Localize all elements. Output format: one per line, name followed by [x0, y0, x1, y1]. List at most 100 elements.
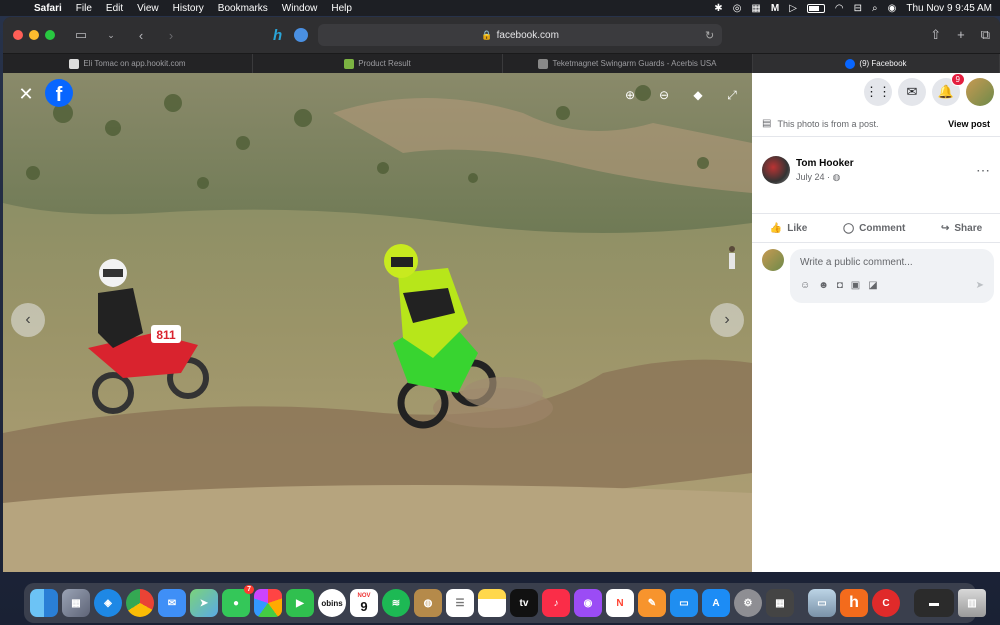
zoom-window-button[interactable]: [45, 30, 55, 40]
close-window-button[interactable]: [13, 30, 23, 40]
contacts-icon[interactable]: ◍: [414, 589, 442, 617]
menu-grid-icon[interactable]: ⋮⋮: [864, 78, 892, 106]
menu-window[interactable]: Window: [282, 3, 318, 14]
bluetooth-icon[interactable]: ✱: [714, 3, 722, 14]
next-photo-button[interactable]: ›: [710, 303, 744, 337]
preview-icon[interactable]: ▭: [808, 589, 836, 617]
creative-app-icon[interactable]: C: [872, 589, 900, 617]
display-icon[interactable]: ▦: [751, 3, 760, 14]
post-date[interactable]: July 24 · ◍: [796, 172, 854, 183]
play-icon[interactable]: ▷: [789, 3, 797, 14]
emoji-icon[interactable]: ☻: [818, 280, 829, 291]
news-icon[interactable]: N: [606, 589, 634, 617]
zoom-out-icon[interactable]: ⊖: [652, 83, 676, 107]
keynote-icon[interactable]: ▭: [670, 589, 698, 617]
reminders-icon[interactable]: ☰: [446, 589, 474, 617]
podcasts-icon[interactable]: ◉: [574, 589, 602, 617]
trash-icon[interactable]: ▥: [958, 589, 986, 617]
send-icon[interactable]: ➤: [976, 280, 984, 291]
comment-input[interactable]: Write a public comment... ☺ ☻ ◘ ▣ ◪ ➤: [790, 249, 994, 303]
minimize-window-button[interactable]: [29, 30, 39, 40]
forward-icon[interactable]: ›: [163, 28, 179, 43]
notes-icon[interactable]: [478, 589, 506, 617]
wifi-icon[interactable]: ◠: [835, 3, 844, 14]
apple-tv-icon[interactable]: tv: [510, 589, 538, 617]
minimized-window-icon[interactable]: ▬: [914, 589, 954, 617]
menu-help[interactable]: Help: [331, 3, 352, 14]
photo-toolbar: ⊕ ⊖ ◆ ⤢: [618, 83, 744, 107]
pages-icon[interactable]: ✎: [638, 589, 666, 617]
reload-icon[interactable]: ↻: [705, 29, 714, 42]
spotify-icon[interactable]: ≋: [382, 589, 410, 617]
sidebar-toggle-icon[interactable]: ▭: [73, 27, 89, 43]
messenger-icon[interactable]: ✉: [898, 78, 926, 106]
notifications-bell-icon[interactable]: 🔔 9: [932, 73, 965, 106]
share-icon[interactable]: ⇧: [930, 27, 941, 43]
photos-icon[interactable]: [254, 589, 282, 617]
obins-icon[interactable]: obins: [318, 589, 346, 617]
maps-icon[interactable]: ➤: [190, 589, 218, 617]
calendar-icon[interactable]: NOV 9: [350, 589, 378, 617]
launchpad-icon[interactable]: ▦: [62, 589, 90, 617]
author-name[interactable]: Tom Hooker: [796, 158, 854, 169]
view-post-link[interactable]: View post: [948, 119, 990, 129]
close-icon[interactable]: ✕: [13, 81, 39, 107]
tab-hookit[interactable]: Eli Tomac on app.hookit.com: [3, 54, 253, 73]
fullscreen-icon[interactable]: ⤢: [720, 83, 744, 107]
creative-cloud-icon[interactable]: ◎: [733, 3, 742, 14]
facetime-icon[interactable]: ▶: [286, 589, 314, 617]
more-options-icon[interactable]: ⋯: [976, 162, 990, 179]
comment-button[interactable]: ◯ Comment: [843, 223, 905, 234]
extension-icon[interactable]: [294, 28, 309, 42]
menu-clock[interactable]: Thu Nov 9 9:45 AM: [906, 3, 992, 14]
tab-acerbis[interactable]: Teketmagnet Swingarm Guards - Acerbis US…: [503, 54, 753, 73]
tag-icon[interactable]: ◆: [686, 83, 710, 107]
messages-icon[interactable]: ● 7: [222, 585, 254, 617]
zoom-in-icon[interactable]: ⊕: [618, 83, 642, 107]
camera-icon[interactable]: ◘: [837, 280, 843, 291]
menu-view[interactable]: View: [137, 3, 159, 14]
tab-facebook[interactable]: (9) Facebook: [753, 54, 1000, 73]
malwarebytes-icon[interactable]: M: [771, 3, 779, 14]
hookit-favicon-icon: [69, 58, 80, 69]
music-icon[interactable]: ♪: [542, 589, 570, 617]
globe-icon: ◍: [832, 171, 841, 182]
menu-bookmarks[interactable]: Bookmarks: [218, 3, 268, 14]
avatar-sticker-icon[interactable]: ☺: [800, 280, 810, 291]
facebook-favicon-icon: [845, 58, 856, 69]
chrome-icon[interactable]: [126, 589, 154, 617]
hookit-extension-icon[interactable]: h: [273, 27, 282, 44]
comment-label: Comment: [859, 222, 906, 234]
tab-product-result[interactable]: Product Result: [253, 54, 503, 73]
control-center-icon[interactable]: ⊟: [854, 3, 862, 14]
hookit-icon[interactable]: h: [840, 589, 868, 617]
author-avatar[interactable]: [762, 156, 790, 184]
app-store-icon[interactable]: A: [702, 589, 730, 617]
lock-icon: 🔒: [481, 29, 493, 40]
battery-icon[interactable]: [806, 3, 825, 13]
sidebar-dropdown-icon[interactable]: ⌄: [103, 30, 119, 41]
like-button[interactable]: 👍 Like: [770, 223, 807, 234]
safari-icon[interactable]: ◈: [94, 589, 122, 617]
search-icon[interactable]: ⌕: [872, 3, 878, 14]
commenter-avatar[interactable]: [762, 249, 784, 271]
gif-icon[interactable]: ▣: [851, 280, 860, 291]
menu-edit[interactable]: Edit: [106, 3, 123, 14]
previous-photo-button[interactable]: ‹: [11, 303, 45, 337]
share-button[interactable]: ↪ Share: [941, 223, 982, 234]
mail-icon[interactable]: ✉: [158, 589, 186, 617]
tab-overview-icon[interactable]: ⧉: [981, 27, 990, 43]
menu-file[interactable]: File: [76, 3, 92, 14]
account-avatar[interactable]: [966, 78, 994, 106]
address-bar[interactable]: 🔒 facebook.com ↻: [318, 24, 723, 46]
back-icon[interactable]: ‹: [133, 28, 149, 43]
calculator-icon[interactable]: ▦: [766, 589, 794, 617]
sticker-icon[interactable]: ◪: [868, 280, 877, 291]
facebook-logo[interactable]: f: [45, 79, 73, 107]
menu-app-name[interactable]: Safari: [34, 3, 62, 14]
new-tab-icon[interactable]: +: [957, 27, 965, 43]
system-preferences-icon[interactable]: ⚙: [734, 589, 762, 617]
siri-icon[interactable]: ◉: [888, 3, 897, 14]
finder-icon[interactable]: [30, 589, 58, 617]
menu-history[interactable]: History: [173, 3, 204, 14]
